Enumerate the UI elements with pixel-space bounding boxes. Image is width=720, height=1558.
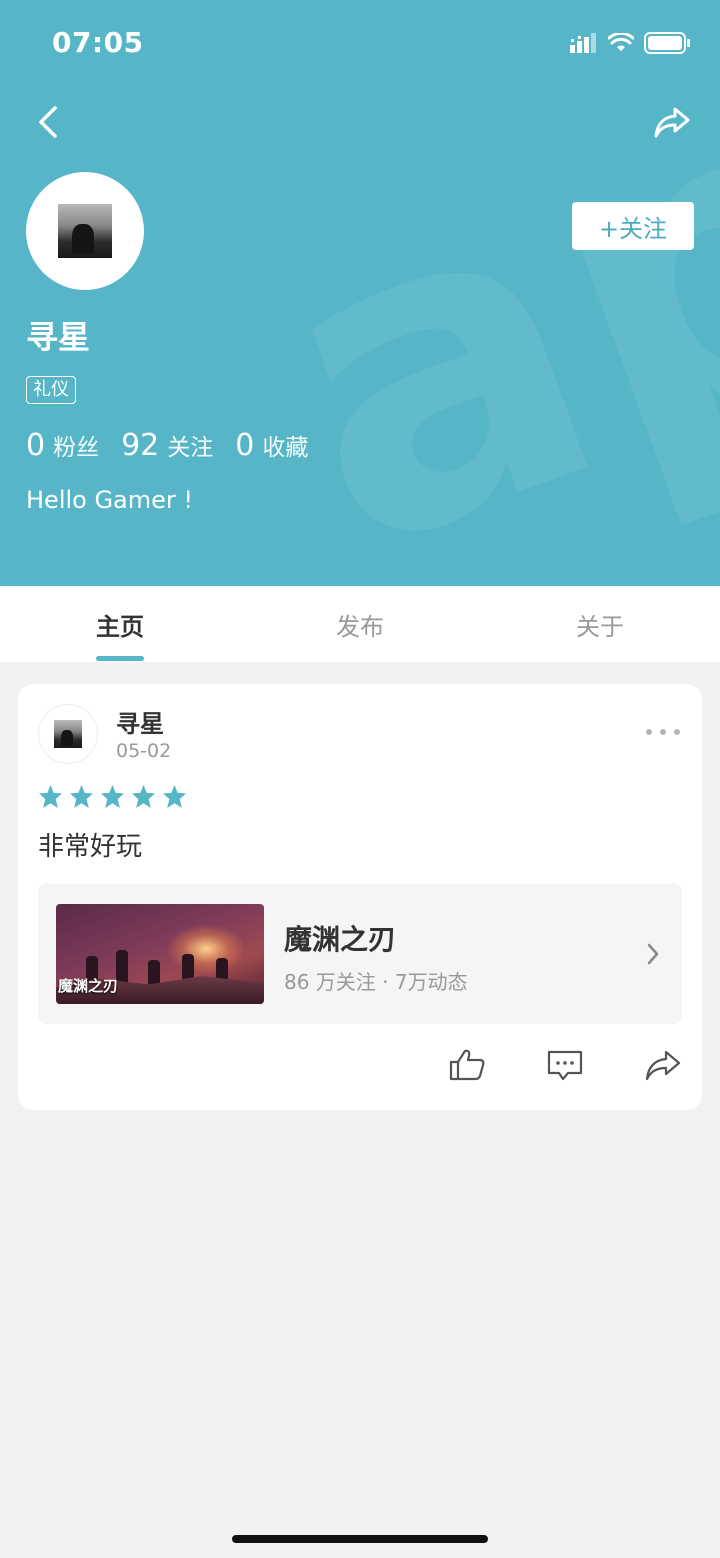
share-icon[interactable]	[644, 1048, 682, 1082]
tab-about[interactable]: 关于	[480, 586, 720, 662]
game-link-card[interactable]: 魔渊之刃 魔渊之刃 86 万关注 · 7万动态	[38, 884, 682, 1024]
game-thumbnail: 魔渊之刃	[56, 904, 264, 1004]
username: 寻星	[26, 318, 91, 356]
background-watermark: ap	[219, 0, 720, 586]
tab-home[interactable]: 主页	[0, 586, 240, 662]
back-button[interactable]	[24, 98, 72, 146]
fans-label[interactable]: 粉丝	[53, 428, 99, 462]
profile-header: ap 07:05 +关注 寻星 礼仪 0 粉丝 92 关注 0 收藏 Hello…	[0, 0, 720, 586]
tab-active-indicator	[96, 656, 144, 661]
game-thumbnail-logo: 魔渊之刃	[58, 977, 119, 995]
tab-posts[interactable]: 发布	[240, 586, 480, 662]
post-date: 05-02	[116, 740, 172, 762]
home-indicator[interactable]	[232, 1535, 488, 1543]
status-icons	[570, 32, 690, 54]
star-icon	[101, 785, 124, 808]
user-tag-badge: 礼仪	[26, 376, 76, 404]
like-icon[interactable]	[448, 1048, 486, 1082]
game-name: 魔渊之刃	[284, 923, 397, 956]
review-text: 非常好玩	[38, 832, 143, 862]
status-time: 07:05	[52, 26, 144, 59]
user-bio: Hello Gamer !	[26, 486, 194, 514]
follow-button[interactable]: +关注	[572, 202, 694, 250]
share-icon	[654, 107, 690, 138]
star-icon	[39, 785, 62, 808]
favorites-label[interactable]: 收藏	[262, 428, 308, 462]
chevron-right-icon	[647, 943, 659, 965]
comment-icon[interactable]	[546, 1048, 584, 1082]
star-icon	[70, 785, 93, 808]
star-icon	[163, 785, 186, 808]
game-meta: 86 万关注 · 7万动态	[284, 970, 468, 994]
wifi-icon	[608, 33, 634, 51]
following-label[interactable]: 关注	[167, 428, 213, 462]
post-author-avatar[interactable]	[38, 704, 98, 764]
signal-icon	[570, 33, 596, 53]
avatar[interactable]	[26, 172, 144, 290]
post-actions	[448, 1048, 682, 1082]
avatar-image	[58, 204, 112, 258]
battery-icon	[644, 32, 690, 54]
favorites-count[interactable]: 0	[235, 428, 254, 463]
more-icon	[646, 729, 652, 735]
post-author-name[interactable]: 寻星	[116, 704, 164, 739]
status-bar: 07:05	[0, 0, 720, 88]
back-icon	[39, 106, 57, 138]
post-author-avatar-image	[54, 720, 82, 748]
share-profile-button[interactable]	[648, 98, 696, 146]
fans-count[interactable]: 0	[26, 428, 45, 463]
more-options-button[interactable]	[646, 720, 680, 744]
star-icon	[132, 785, 155, 808]
profile-tabs: 主页 发布 关于	[0, 586, 720, 662]
rating-stars	[38, 784, 187, 809]
post-card: 寻星 05-02 非常好玩 魔渊之刃 魔渊之刃 86 万关注 · 7万动态	[18, 684, 702, 1110]
profile-stats: 0 粉丝 92 关注 0 收藏	[26, 428, 330, 463]
following-count[interactable]: 92	[121, 428, 159, 463]
